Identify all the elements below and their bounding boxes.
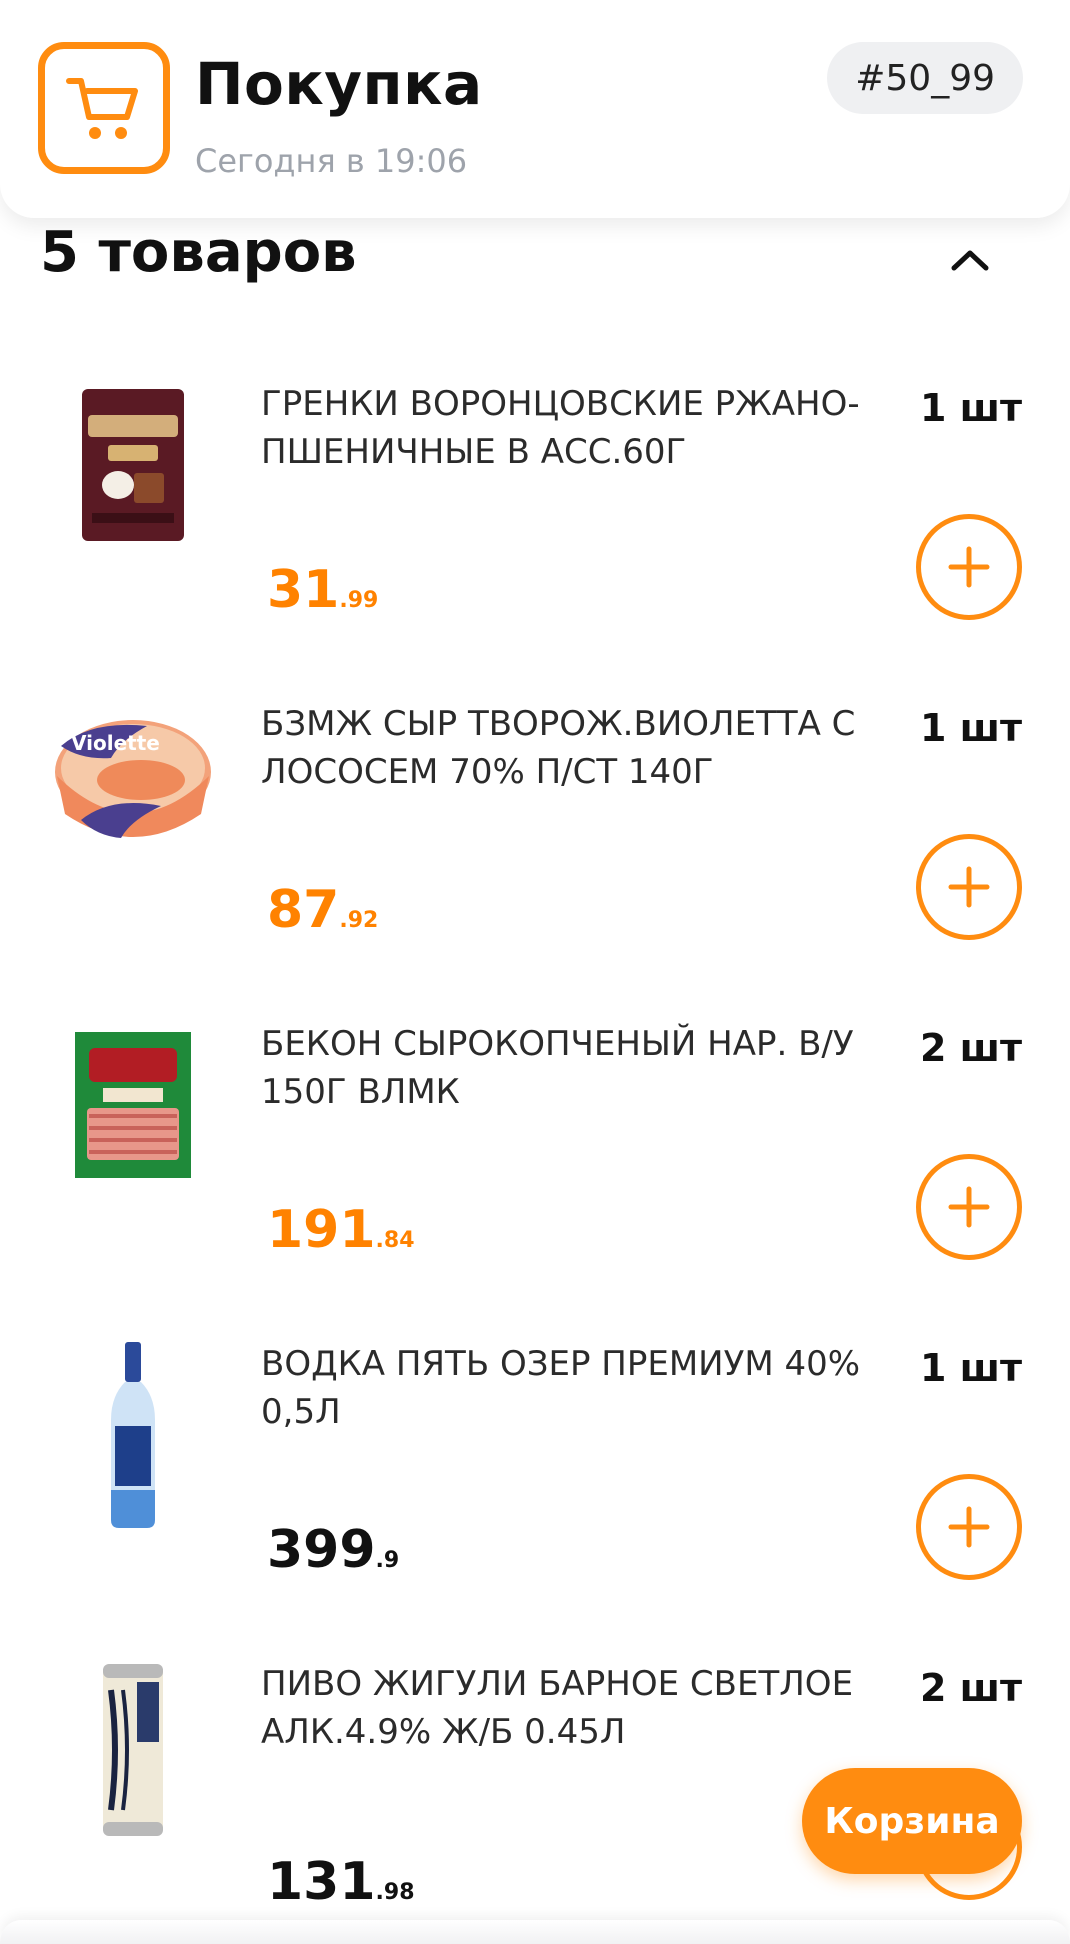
- price-integer: 191: [267, 1200, 376, 1260]
- item-quantity: 1 шт: [919, 386, 1022, 430]
- item-price: 131.98: [267, 1852, 415, 1912]
- cream-cheese-tub-image: Violette: [48, 700, 218, 870]
- bacon-pack-image: [48, 1020, 218, 1190]
- item-name: ВОДКА ПЯТЬ ОЗЕР ПРЕМИУМ 40% 0,5Л: [261, 1344, 861, 1432]
- item-quantity: 1 шт: [919, 1346, 1022, 1390]
- plus-icon: [948, 866, 990, 908]
- item-name: ГРЕНКИ ВОРОНЦОВСКИЕ РЖАНО-ПШЕНИЧНЫЕ В АС…: [261, 384, 860, 472]
- list-item: ГРЕНКИ ВОРОНЦОВСКИЕ РЖАНО-ПШЕНИЧНЫЕ В АС…: [0, 380, 1070, 700]
- price-integer: 131: [267, 1852, 376, 1912]
- croutons-pack-image: [48, 380, 218, 550]
- plus-icon: [948, 1506, 990, 1548]
- add-to-cart-button[interactable]: [916, 834, 1022, 940]
- price-integer: 87: [267, 880, 340, 940]
- purchase-date: Сегодня в 19:06: [195, 142, 468, 180]
- add-to-cart-button[interactable]: [916, 514, 1022, 620]
- basket-button[interactable]: Корзина: [802, 1768, 1022, 1874]
- price-integer: 31: [267, 560, 340, 620]
- add-to-cart-button[interactable]: [916, 1154, 1022, 1260]
- item-quantity: 2 шт: [919, 1026, 1022, 1070]
- price-fraction: .92: [339, 908, 379, 933]
- plus-icon: [948, 1186, 990, 1228]
- price-fraction: .84: [375, 1228, 415, 1253]
- item-name: БЕКОН СЫРОКОПЧЕНЫЙ НАР. В/У 150Г ВЛМК: [261, 1024, 854, 1112]
- item-price: 87.92: [267, 880, 378, 940]
- item-price: 191.84: [267, 1200, 415, 1260]
- purchase-header: Покупка Сегодня в 19:06 #50_99: [0, 0, 1070, 218]
- bottom-sheet-edge: [0, 1920, 1070, 1944]
- item-name: БЗМЖ СЫР ТВОРОЖ.ВИОЛЕТТА С ЛОСОСЕМ 70% П…: [261, 704, 856, 792]
- price-fraction: .9: [375, 1548, 400, 1573]
- order-number-badge[interactable]: #50_99: [827, 42, 1023, 114]
- shopping-cart-icon: [38, 42, 170, 174]
- add-to-cart-button[interactable]: [916, 1474, 1022, 1580]
- item-quantity: 1 шт: [919, 706, 1022, 750]
- item-price: 31.99: [267, 560, 378, 620]
- price-integer: 399: [267, 1520, 376, 1580]
- vodka-bottle-image: [48, 1340, 218, 1530]
- item-price: 399.9: [267, 1520, 399, 1580]
- item-quantity: 2 шт: [919, 1666, 1022, 1710]
- brand-label: Violette: [71, 731, 160, 755]
- list-item: Violette БЗМЖ СЫР ТВОРОЖ.ВИОЛЕТТА С ЛОСО…: [0, 700, 1070, 1020]
- item-name: ПИВО ЖИГУЛИ БАРНОЕ СВЕТЛОЕ АЛК.4.9% Ж/Б …: [261, 1664, 854, 1752]
- plus-icon: [948, 546, 990, 588]
- page-title: Покупка: [195, 50, 483, 118]
- price-fraction: .99: [339, 588, 379, 613]
- items-count-title: 5 товаров: [40, 220, 357, 285]
- price-fraction: .98: [375, 1880, 415, 1905]
- chevron-up-icon[interactable]: [942, 232, 998, 288]
- list-item: БЕКОН СЫРОКОПЧЕНЫЙ НАР. В/У 150Г ВЛМК 2 …: [0, 1020, 1070, 1340]
- list-item: ВОДКА ПЯТЬ ОЗЕР ПРЕМИУМ 40% 0,5Л 1 шт 39…: [0, 1340, 1070, 1660]
- beer-can-image: [48, 1660, 218, 1840]
